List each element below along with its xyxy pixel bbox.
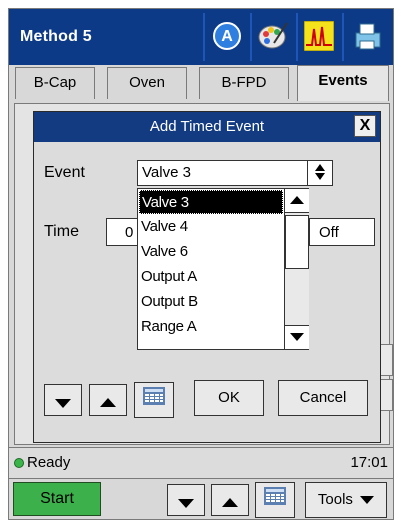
status-bar: Ready 17:01 xyxy=(9,447,393,479)
state-field[interactable]: Off xyxy=(309,218,375,246)
list-item[interactable]: Output B xyxy=(139,290,283,314)
arrow-up-icon xyxy=(222,498,238,507)
event-dropdown[interactable]: Valve 3 xyxy=(137,160,333,186)
tab-b-cap[interactable]: B-Cap xyxy=(15,67,95,99)
clock: 17:01 xyxy=(350,454,388,471)
time-input-value: 0 xyxy=(125,224,134,241)
event-dropdown-value: Valve 3 xyxy=(142,164,191,181)
spin-arrows-icon[interactable] xyxy=(307,161,332,185)
list-item[interactable]: Valve 4 xyxy=(139,215,283,239)
ok-button[interactable]: OK xyxy=(194,380,264,416)
app-window: Method 5 A B-Cap Oven B-FPD Events Add T… xyxy=(8,8,394,520)
list-item[interactable]: Valve 3 xyxy=(139,190,283,214)
add-timed-event-dialog: Add Timed Event X Event Valve 3 Time 0 O… xyxy=(33,111,381,443)
event-label: Event xyxy=(44,164,85,181)
toolbar-up-button[interactable] xyxy=(211,484,249,516)
status-text: Ready xyxy=(27,454,71,471)
printer-icon[interactable] xyxy=(352,21,382,51)
method-tabs: B-Cap Oven B-FPD Events xyxy=(9,65,393,103)
move-down-button[interactable] xyxy=(44,384,82,416)
time-label: Time xyxy=(44,223,79,240)
title-bar: Method 5 A xyxy=(9,9,393,65)
toolbar-keypad-button[interactable] xyxy=(255,482,295,518)
scroll-thumb[interactable] xyxy=(285,215,309,269)
list-item[interactable]: Valve 6 xyxy=(139,240,283,264)
at-sign-icon[interactable]: A xyxy=(212,21,242,51)
status-led-icon xyxy=(14,458,24,468)
underlying-button xyxy=(379,344,393,376)
tab-events[interactable]: Events xyxy=(297,65,389,101)
toolbar-separator xyxy=(296,13,298,61)
arrow-down-icon xyxy=(178,499,194,508)
keypad-button[interactable] xyxy=(134,382,174,418)
list-item[interactable]: Range A xyxy=(139,315,283,339)
arrow-up-icon xyxy=(100,398,116,407)
toolbar-down-button[interactable] xyxy=(167,484,205,516)
start-button[interactable]: Start xyxy=(13,482,101,516)
tab-oven[interactable]: Oven xyxy=(107,67,187,99)
list-item[interactable]: Output A xyxy=(139,265,283,289)
tools-menu-button[interactable]: Tools xyxy=(305,482,387,518)
bottom-toolbar: Start Tools xyxy=(9,479,393,519)
toolbar-separator xyxy=(203,13,205,61)
list-scrollbar[interactable] xyxy=(284,189,309,349)
method-title: Method 5 xyxy=(20,28,92,45)
chromatogram-icon[interactable] xyxy=(303,20,335,52)
keypad-icon xyxy=(143,387,165,405)
arrow-down-icon xyxy=(55,399,71,408)
keypad-icon xyxy=(264,487,286,505)
dialog-title: Add Timed Event xyxy=(34,112,380,142)
palette-icon[interactable] xyxy=(258,21,288,51)
toolbar-separator xyxy=(250,13,252,61)
move-up-button[interactable] xyxy=(89,384,127,416)
state-value: Off xyxy=(319,224,339,241)
tools-label: Tools xyxy=(317,491,353,508)
cancel-button[interactable]: Cancel xyxy=(278,380,368,416)
scroll-down-icon[interactable] xyxy=(285,325,309,349)
chevron-down-icon xyxy=(360,496,375,505)
event-options-list[interactable]: Valve 3 Valve 4 Valve 6 Output A Output … xyxy=(137,188,309,350)
underlying-button xyxy=(379,379,393,411)
scroll-up-icon[interactable] xyxy=(285,189,309,213)
svg-text:A: A xyxy=(221,28,233,45)
toolbar-separator xyxy=(342,13,344,61)
tab-b-fpd[interactable]: B-FPD xyxy=(199,67,289,99)
close-button[interactable]: X xyxy=(354,115,376,137)
